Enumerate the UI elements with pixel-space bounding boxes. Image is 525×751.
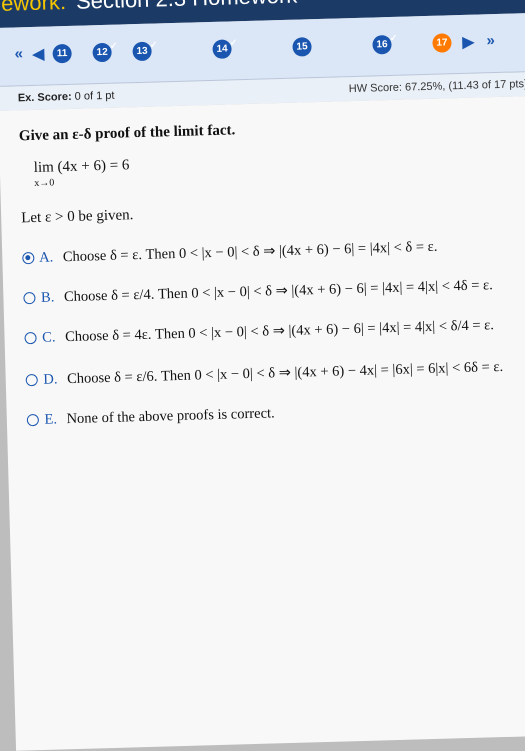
question-15-button[interactable]: 15 [292, 37, 312, 57]
question-14-label: 14 [216, 43, 228, 55]
question-content: Give an ε-δ proof of the limit fact. lim… [0, 95, 525, 751]
option-letter: E. [44, 411, 58, 428]
option-a[interactable]: A. Choose δ = ε. Then 0 < |x − 0| < δ ⇒ … [22, 239, 438, 268]
check-icon: ✓ [229, 37, 238, 48]
option-e[interactable]: E. None of the above proofs is correct. [26, 405, 275, 429]
question-17-label: 17 [436, 37, 448, 49]
check-icon: ✓ [389, 32, 398, 43]
question-prompt: Give an ε-δ proof of the limit fact. [18, 122, 236, 145]
option-c[interactable]: C. Choose δ = 4ε. Then 0 < |x − 0| < δ ⇒… [24, 317, 494, 347]
question-14-button[interactable]: 14 ✓ [212, 37, 238, 59]
option-text: Choose δ = 4ε. Then 0 < |x − 0| < δ ⇒ |(… [64, 317, 495, 346]
question-17-button[interactable]: 17 [432, 33, 452, 53]
question-11-label: 11 [56, 47, 68, 60]
option-letter: C. [41, 329, 56, 346]
chevron-left-icon[interactable]: ◀ [32, 45, 44, 63]
radio-icon[interactable] [26, 413, 40, 426]
chevron-right-icon[interactable]: ▶ [462, 33, 474, 51]
exercise-score: Ex. Score: 0 of 1 pt [18, 84, 115, 111]
question-15-label: 15 [296, 41, 308, 53]
option-text: None of the above proofs is correct. [66, 405, 275, 428]
option-letter: B. [40, 289, 55, 306]
question-11-button[interactable]: 11 [52, 43, 72, 64]
double-chevron-right-icon[interactable]: » [486, 32, 495, 49]
limit-subscript: x→0 [34, 177, 55, 189]
check-icon: ✓ [109, 40, 118, 51]
question-13-button[interactable]: 13 ✓ [132, 39, 158, 62]
question-12-label: 12 [96, 46, 108, 59]
limit-expression: lim (4x + 6) = 6 x→0 [33, 157, 130, 189]
title-prefix: ework: [0, 0, 67, 16]
double-chevron-left-icon[interactable]: « [14, 45, 23, 62]
option-text: Choose δ = ε/4. Then 0 < |x − 0| < δ ⇒ |… [63, 277, 493, 306]
limit-text: lim (4x + 6) = 6 [33, 157, 130, 176]
question-16-button[interactable]: 16 ✓ [372, 33, 397, 55]
exercise-score-value: 0 of 1 pt [74, 89, 115, 103]
page-title: Section 2.3 Homework [66, 0, 298, 14]
radio-icon[interactable] [25, 373, 38, 386]
screen: ework:Section 2.3 Homework « ◀ 11 12✓ 13… [0, 0, 525, 751]
question-13-label: 13 [136, 45, 148, 58]
check-icon: ✓ [149, 39, 158, 50]
option-d[interactable]: D. Choose δ = ε/6. Then 0 < |x − 0| < δ … [25, 358, 504, 389]
given-statement: Let ε > 0 be given. [21, 207, 134, 227]
option-b[interactable]: B. Choose δ = ε/4. Then 0 < |x − 0| < δ … [23, 277, 493, 307]
question-12-button[interactable]: 12 ✓ [92, 41, 118, 63]
option-letter: A. [38, 249, 54, 266]
exercise-score-label: Ex. Score: [17, 90, 72, 105]
option-text: Choose δ = ε. Then 0 < |x − 0| < δ ⇒ |(4… [62, 238, 438, 266]
option-letter: D. [43, 371, 58, 388]
radio-selected-icon[interactable] [22, 251, 35, 264]
question-16-label: 16 [376, 39, 388, 51]
radio-icon[interactable] [24, 331, 37, 344]
option-text: Choose δ = ε/6. Then 0 < |x − 0| < δ ⇒ |… [66, 358, 504, 388]
radio-icon[interactable] [23, 291, 36, 304]
